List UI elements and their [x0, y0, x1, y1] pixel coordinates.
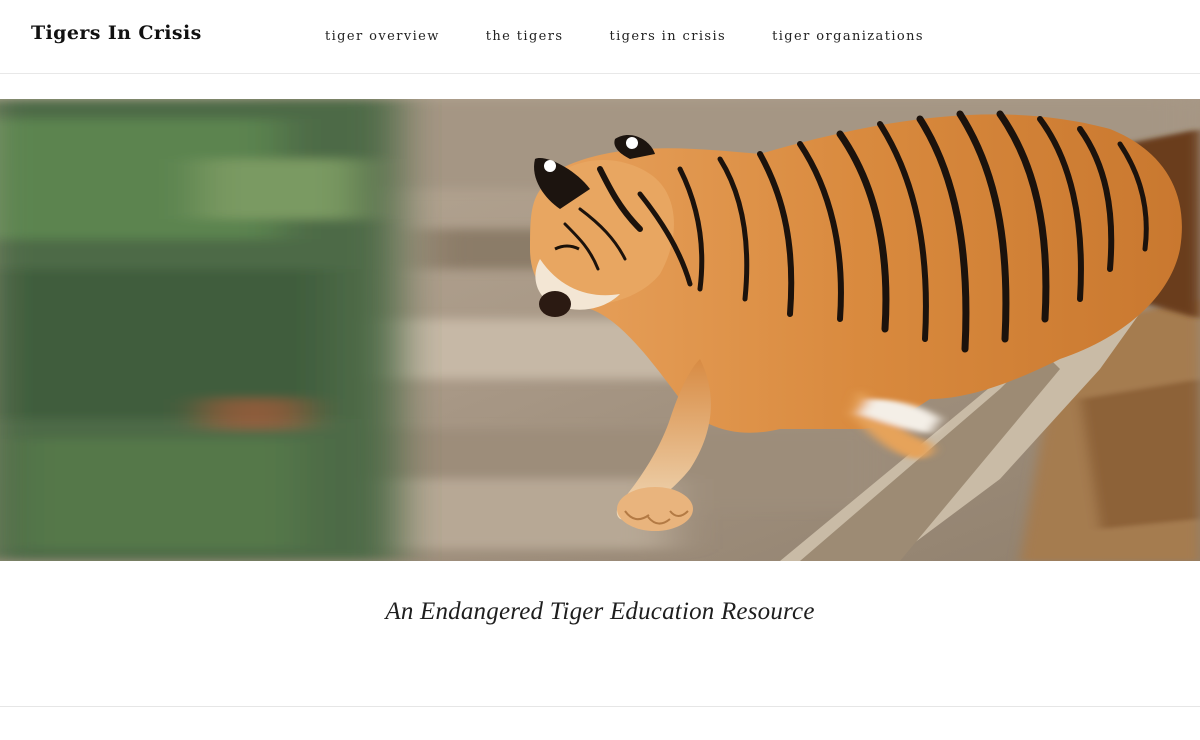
nav-item-the-tigers[interactable]: the tigers — [486, 29, 564, 44]
divider — [0, 706, 1200, 707]
site-header: Tigers In Crisis tiger overview the tige… — [0, 0, 1200, 74]
nav-item-tiger-overview[interactable]: tiger overview — [325, 29, 440, 44]
site-title[interactable]: Tigers In Crisis — [31, 22, 202, 44]
main-nav: tiger overview the tigers tigers in cris… — [325, 29, 924, 44]
nav-item-tiger-organizations[interactable]: tiger organizations — [772, 29, 924, 44]
hero-image — [0, 99, 1200, 561]
nav-item-tigers-in-crisis[interactable]: tigers in crisis — [609, 29, 726, 44]
site-tagline: An Endangered Tiger Education Resource — [385, 598, 815, 625]
